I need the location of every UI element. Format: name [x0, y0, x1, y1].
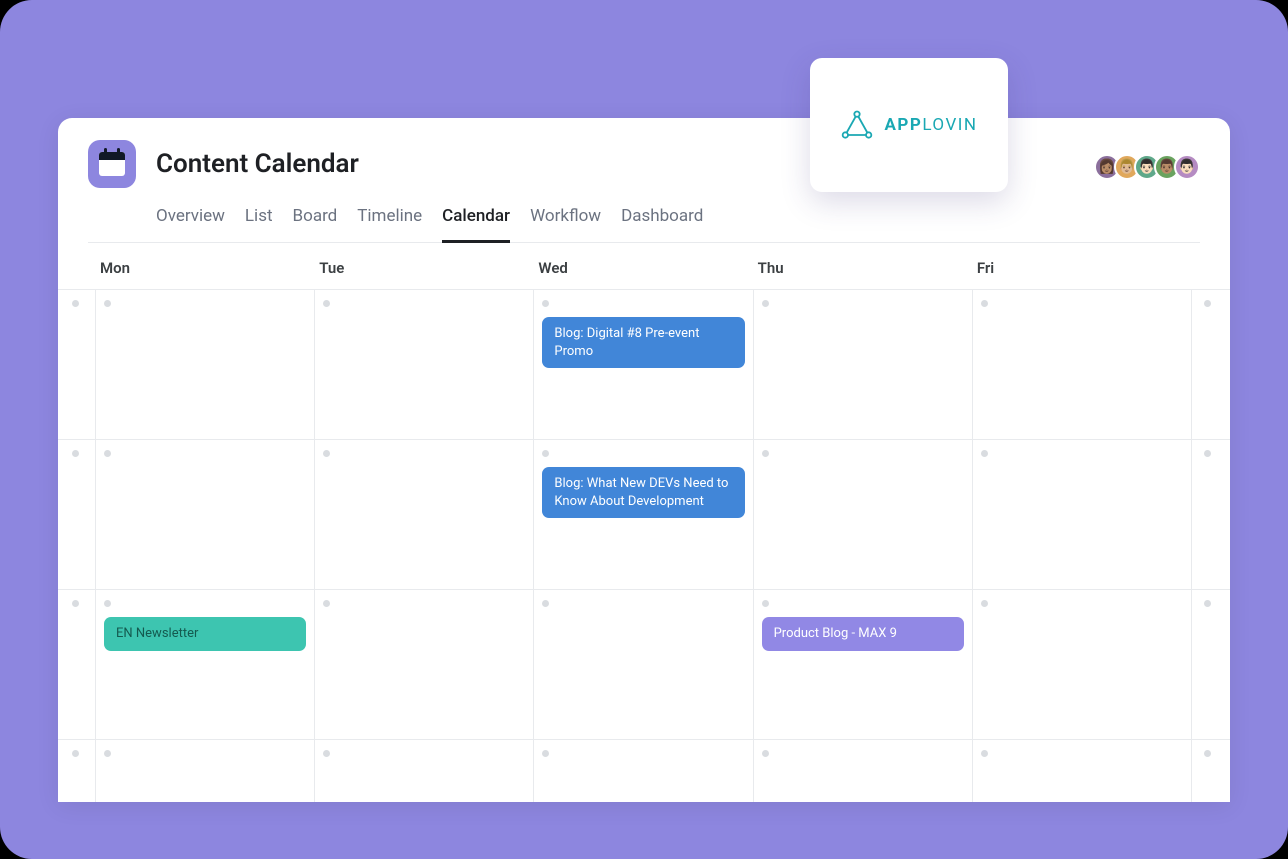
avatar[interactable]: 👨🏻 — [1174, 154, 1200, 180]
edge-cell — [1192, 440, 1230, 589]
edge-cell — [58, 740, 96, 802]
applovin-logo-icon — [840, 110, 874, 140]
collaborator-avatars[interactable]: 👩🏽 👨🏼 👨🏻 👨🏽 👨🏻 — [1100, 154, 1200, 180]
calendar-cell[interactable]: Product Blog - MAX 9 — [754, 590, 973, 739]
calendar-cell[interactable] — [534, 590, 753, 739]
calendar-event[interactable]: Blog: Digital #8 Pre-event Promo — [542, 317, 744, 368]
day-header-mon: Mon — [96, 259, 315, 277]
calendar-cell[interactable] — [754, 440, 973, 589]
app-calendar-icon — [88, 140, 136, 188]
calendar-cell[interactable] — [315, 290, 534, 439]
calendar-event[interactable]: EN Newsletter — [104, 617, 306, 651]
app-window: Content Calendar 👩🏽 👨🏼 👨🏻 👨🏽 👨🏻 Overview… — [58, 118, 1230, 802]
tab-dashboard[interactable]: Dashboard — [621, 200, 703, 243]
day-header-fri: Fri — [973, 259, 1192, 277]
day-header-thu: Thu — [754, 259, 973, 277]
tab-calendar[interactable]: Calendar — [442, 200, 510, 243]
calendar-row — [58, 739, 1230, 802]
tab-board[interactable]: Board — [293, 200, 338, 243]
day-header-tue: Tue — [315, 259, 534, 277]
calendar-cell[interactable] — [973, 290, 1192, 439]
tab-overview[interactable]: Overview — [156, 200, 225, 243]
edge-cell — [1192, 290, 1230, 439]
header: Content Calendar 👩🏽 👨🏼 👨🏻 👨🏽 👨🏻 Overview… — [58, 118, 1230, 243]
calendar-cell[interactable]: Blog: Digital #8 Pre-event Promo — [534, 290, 753, 439]
calendar-cell[interactable] — [973, 590, 1192, 739]
header-top: Content Calendar — [88, 140, 1200, 188]
page-background: Content Calendar 👩🏽 👨🏼 👨🏻 👨🏽 👨🏻 Overview… — [0, 0, 1288, 859]
edge-cell — [58, 290, 96, 439]
calendar-grid: Blog: Digital #8 Pre-event Promo Blog: W… — [58, 289, 1230, 802]
calendar-cell[interactable] — [315, 740, 534, 802]
calendar-row: Blog: What New DEVs Need to Know About D… — [58, 439, 1230, 589]
calendar-row: Blog: Digital #8 Pre-event Promo — [58, 289, 1230, 439]
day-header-wed: Wed — [534, 259, 753, 277]
calendar-row: EN Newsletter Product Blog - MAX 9 — [58, 589, 1230, 739]
tab-timeline[interactable]: Timeline — [357, 200, 422, 243]
calendar-cell[interactable] — [754, 290, 973, 439]
calendar-cell[interactable] — [754, 740, 973, 802]
calendar-cell[interactable]: Blog: What New DEVs Need to Know About D… — [534, 440, 753, 589]
calendar-cell[interactable]: EN Newsletter — [96, 590, 315, 739]
edge-cell — [58, 440, 96, 589]
view-tabs: Overview List Board Timeline Calendar Wo… — [88, 200, 1200, 243]
brand-logo-card: APPLOVIN — [810, 58, 1008, 192]
calendar-event[interactable]: Product Blog - MAX 9 — [762, 617, 964, 651]
tab-list[interactable]: List — [245, 200, 273, 243]
day-headers: Mon Tue Wed Thu Fri — [58, 243, 1230, 289]
edge-cell — [1192, 740, 1230, 802]
calendar-cell[interactable] — [315, 590, 534, 739]
edge-cell — [1192, 590, 1230, 739]
calendar-cell[interactable] — [534, 740, 753, 802]
page-title: Content Calendar — [156, 149, 359, 179]
calendar-cell[interactable] — [973, 740, 1192, 802]
applovin-logo-text: APPLOVIN — [884, 115, 977, 135]
tab-workflow[interactable]: Workflow — [530, 200, 601, 243]
calendar-cell[interactable] — [315, 440, 534, 589]
calendar-icon — [99, 152, 125, 176]
edge-cell — [58, 590, 96, 739]
calendar-cell[interactable] — [973, 440, 1192, 589]
calendar-cell[interactable] — [96, 740, 315, 802]
calendar-cell[interactable] — [96, 290, 315, 439]
calendar-event[interactable]: Blog: What New DEVs Need to Know About D… — [542, 467, 744, 518]
calendar-cell[interactable] — [96, 440, 315, 589]
